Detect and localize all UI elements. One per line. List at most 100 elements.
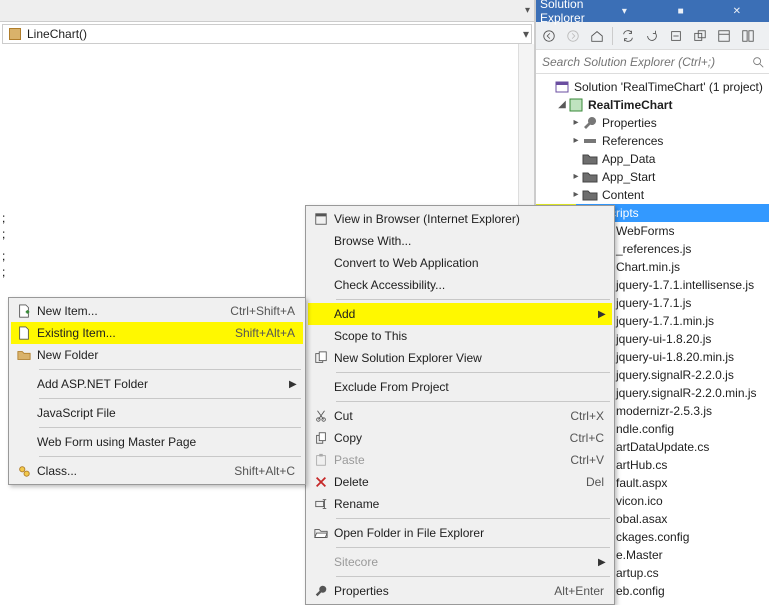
tree-label: artDataUpdate.cs xyxy=(616,438,709,456)
solution-icon xyxy=(554,79,570,95)
context-menu-main-item[interactable]: New Solution Explorer View xyxy=(308,347,612,369)
editor-text: ; ; ; ; xyxy=(2,210,5,280)
menu-item-label: New Solution Explorer View xyxy=(334,351,612,365)
menu-shortcut: Del xyxy=(532,475,612,489)
project-node[interactable]: ◢ RealTimeChart xyxy=(536,96,769,114)
solution-node[interactable]: Solution 'RealTimeChart' (1 project) xyxy=(536,78,769,96)
menu-shortcut: Shift+Alt+A xyxy=(223,326,303,340)
context-menu-add-item[interactable]: Class...Shift+Alt+C xyxy=(11,460,303,482)
menu-separator xyxy=(39,427,301,428)
menu-item-label: Copy xyxy=(334,431,532,445)
content-node[interactable]: ▸Content xyxy=(536,186,769,204)
context-menu-add-item[interactable]: Add ASP.NET Folder▶ xyxy=(11,373,303,395)
context-menu-main-item[interactable]: Browse With... xyxy=(308,230,612,252)
tree-label: Chart.min.js xyxy=(616,258,680,276)
project-label: RealTimeChart xyxy=(588,96,672,114)
context-menu-add-item[interactable]: New Item...Ctrl+Shift+A xyxy=(11,300,303,322)
context-menu-main-item[interactable]: PropertiesAlt+Enter xyxy=(308,580,612,602)
expand-icon[interactable]: ▸ xyxy=(570,168,582,186)
solution-label: Solution 'RealTimeChart' (1 project) xyxy=(574,78,763,96)
properties-button[interactable] xyxy=(715,27,733,45)
menu-item-label: Add xyxy=(334,307,598,321)
expand-icon[interactable]: ▸ xyxy=(570,132,582,150)
context-menu-main-item[interactable]: Open Folder in File Explorer xyxy=(308,522,612,544)
context-menu-main-item[interactable]: CutCtrl+X xyxy=(308,405,612,427)
tree-label: fault.aspx xyxy=(616,474,667,492)
submenu-arrow-icon: ▶ xyxy=(289,379,303,390)
csproj-icon xyxy=(568,97,584,113)
refresh-button[interactable] xyxy=(643,27,661,45)
menu-shortcut: Ctrl+V xyxy=(532,453,612,467)
menu-item-label: Exclude From Project xyxy=(334,380,612,394)
context-menu-main: View in Browser (Internet Explorer)Brows… xyxy=(305,205,615,605)
context-menu-add-item[interactable]: JavaScript File xyxy=(11,402,303,424)
tree-label: eb.config xyxy=(616,582,665,600)
menu-item-label: Class... xyxy=(37,464,223,478)
context-menu-main-item[interactable]: Scope to This xyxy=(308,325,612,347)
tab-overflow-icon[interactable]: ▾ xyxy=(525,5,530,16)
context-menu-main-item[interactable]: CopyCtrl+C xyxy=(308,427,612,449)
context-menu-main-item[interactable]: Add▶ xyxy=(308,303,612,325)
show-all-button[interactable] xyxy=(691,27,709,45)
menu-separator xyxy=(39,398,301,399)
folder-icon xyxy=(582,151,598,167)
solution-search[interactable] xyxy=(536,50,769,74)
context-menu-main-item: Sitecore▶ xyxy=(308,551,612,573)
tree-label: jquery.signalR-2.2.0.js xyxy=(616,366,734,384)
forward-button[interactable] xyxy=(564,27,582,45)
folder-icon xyxy=(582,187,598,203)
context-menu-main-item[interactable]: Check Accessibility... xyxy=(308,274,612,296)
menu-item-label: Cut xyxy=(334,409,532,423)
tree-label: jquery-1.7.1.min.js xyxy=(616,312,714,330)
back-button[interactable] xyxy=(540,27,558,45)
context-menu-main-item[interactable]: Rename xyxy=(308,493,612,515)
context-menu-add-item[interactable]: Existing Item...Shift+Alt+A xyxy=(11,322,303,344)
context-menu-add-item[interactable]: Web Form using Master Page xyxy=(11,431,303,453)
context-menu-main-item[interactable]: View in Browser (Internet Explorer) xyxy=(308,208,612,230)
tree-label: obal.asax xyxy=(616,510,667,528)
menu-shortcut: Ctrl+Shift+A xyxy=(223,304,303,318)
home-button[interactable] xyxy=(588,27,606,45)
expand-icon[interactable]: ▸ xyxy=(570,114,582,132)
references-node[interactable]: ▸References xyxy=(536,132,769,150)
tree-label: ckages.config xyxy=(616,528,689,546)
context-menu-main-item[interactable]: Exclude From Project xyxy=(308,376,612,398)
context-menu-main-item[interactable]: Convert to Web Application xyxy=(308,252,612,274)
menu-item-label: Convert to Web Application xyxy=(334,256,612,270)
sync-button[interactable] xyxy=(619,27,637,45)
tree-label: e.Master xyxy=(616,546,663,564)
tree-label: artHub.cs xyxy=(616,456,667,474)
menu-item-label: New Folder xyxy=(37,348,303,362)
submenu-arrow-icon: ▶ xyxy=(598,309,612,320)
tree-label: _references.js xyxy=(616,240,691,258)
close-icon[interactable]: ✕ xyxy=(709,6,765,17)
appstart-node[interactable]: ▸App_Start xyxy=(536,168,769,186)
menu-item-label: Existing Item... xyxy=(37,326,223,340)
member-dropdown[interactable]: LineChart() xyxy=(2,24,532,44)
split-view-icon[interactable]: ▾ xyxy=(518,24,534,44)
pin-icon[interactable]: ■ xyxy=(653,6,709,17)
browser-icon xyxy=(308,212,334,226)
new-item-icon xyxy=(11,304,37,318)
expand-icon[interactable]: ◢ xyxy=(556,96,568,114)
class-icon xyxy=(11,464,37,478)
properties-icon xyxy=(308,584,334,598)
expand-icon[interactable]: ▸ xyxy=(570,186,582,204)
solution-search-input[interactable] xyxy=(540,54,751,70)
tree-label: jquery-ui-1.8.20.min.js xyxy=(616,348,734,366)
preview-button[interactable] xyxy=(739,27,757,45)
appdata-node[interactable]: App_Data xyxy=(536,150,769,168)
context-menu-add-item[interactable]: New Folder xyxy=(11,344,303,366)
tree-label: WebForms xyxy=(616,222,674,240)
context-menu-add: New Item...Ctrl+Shift+AExisting Item...S… xyxy=(8,297,306,485)
tree-label: artup.cs xyxy=(616,564,659,582)
collapse-button[interactable] xyxy=(667,27,685,45)
solution-explorer-titlebar[interactable]: Solution Explorer ▾ ■ ✕ xyxy=(536,0,769,22)
solution-explorer-title: Solution Explorer xyxy=(540,0,596,25)
menu-separator xyxy=(336,299,610,300)
submenu-arrow-icon: ▶ xyxy=(598,557,612,568)
menu-shortcut: Ctrl+X xyxy=(532,409,612,423)
context-menu-main-item[interactable]: DeleteDel xyxy=(308,471,612,493)
properties-node[interactable]: ▸Properties xyxy=(536,114,769,132)
window-menu-icon[interactable]: ▾ xyxy=(596,6,652,17)
